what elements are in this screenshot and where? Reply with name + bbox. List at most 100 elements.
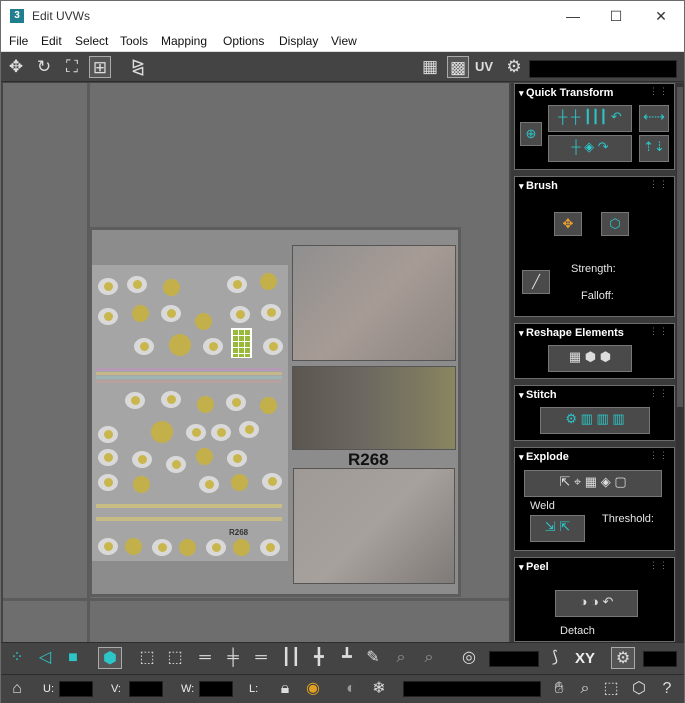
weld-icon[interactable]: ⇲ ⇱ <box>530 515 585 542</box>
menu-mapping[interactable]: Mapping <box>161 34 207 48</box>
menu-select[interactable]: Select <box>75 34 108 48</box>
pivot-icon[interactable]: ◎ <box>457 647 481 669</box>
pan-icon[interactable]: ✋︎ <box>547 678 571 700</box>
texture-map-icon[interactable]: ▩ <box>447 56 469 78</box>
drag-handle-icon[interactable]: ⋮⋮ <box>649 326 669 337</box>
align-icon[interactable]: ⊕ <box>520 122 542 146</box>
vertex-select-icon[interactable]: ⁘ <box>5 647 29 669</box>
paint-move-icon[interactable]: ✥ <box>554 212 582 236</box>
drag-handle-icon[interactable]: ⋮⋮ <box>649 560 669 571</box>
quick-transform-title[interactable]: Quick Transform <box>519 87 613 99</box>
l-label: L: <box>249 683 259 695</box>
angle-field[interactable] <box>489 651 539 667</box>
move-icon[interactable]: ✥ <box>5 56 27 78</box>
minimize-button[interactable]: — <box>550 1 596 31</box>
help-icon[interactable]: ? <box>655 678 679 700</box>
select-mode-icon[interactable]: ⬚ <box>163 647 187 669</box>
face-select-icon[interactable]: ■ <box>61 647 85 669</box>
flatten-tools-icon[interactable]: ⇱ ⌖ ▦ ◈ ▢ <box>524 470 662 497</box>
scroll-thumb[interactable] <box>677 87 683 407</box>
edge-select-icon[interactable]: ◁ <box>33 647 57 669</box>
peel-title[interactable]: Peel <box>519 561 549 573</box>
app-icon: 3 <box>10 9 24 23</box>
face-sticker <box>233 539 250 556</box>
w-field[interactable] <box>199 681 233 697</box>
relax-brush-icon[interactable]: ⬡ <box>601 212 629 236</box>
menu-tools[interactable]: Tools <box>120 34 148 48</box>
peel-tools-icon[interactable]: ◑ ◑ ↶ <box>555 590 638 617</box>
align-horizontal-icon[interactable]: ┼ ┼ ┃┃┃ ↶ <box>548 105 632 132</box>
panel-scrollbar[interactable] <box>676 83 684 642</box>
face-sticker <box>125 538 142 555</box>
eye-icon[interactable]: ◉ <box>301 678 325 700</box>
nail-photo-top <box>292 245 456 361</box>
brush-title[interactable]: Brush <box>519 180 558 192</box>
menu-edit[interactable]: Edit <box>41 34 62 48</box>
settings-icon[interactable]: ⚙ <box>503 56 525 78</box>
freeform-icon[interactable]: ⊞ <box>89 56 111 78</box>
checker-pattern-icon[interactable]: ▦ <box>419 56 441 78</box>
threshold-label: Threshold: <box>602 513 654 525</box>
explode-title[interactable]: Explode <box>519 451 569 463</box>
menu-view[interactable]: View <box>331 34 357 48</box>
scale-icon[interactable]: ⛶ <box>61 56 83 78</box>
shrink-selection-icon[interactable]: ╪ <box>221 647 245 669</box>
freeze-icon[interactable]: ❄ <box>367 678 391 700</box>
menu-display[interactable]: Display <box>279 34 318 48</box>
explode-rollout: Explode ⋮⋮ ⇱ ⌖ ▦ ◈ ▢ Weld ⇲ ⇱ Threshold: <box>514 447 675 551</box>
uv-toggle[interactable]: UV <box>475 59 493 74</box>
stitch-tools-icon[interactable]: ⚙ ▥ ▥ ▥ <box>540 407 650 434</box>
drag-handle-icon[interactable]: ⋮⋮ <box>649 179 669 190</box>
brush-grow-icon[interactable]: ⌕ <box>417 647 441 669</box>
brush-rollout: Brush ⋮⋮ ✥ ⬡ ╱ Strength: Falloff: <box>514 176 675 317</box>
grow-selection-icon[interactable]: ═ <box>193 647 217 669</box>
drag-handle-icon[interactable]: ⋮⋮ <box>649 388 669 399</box>
maximize-button[interactable]: ☐ <box>593 1 639 31</box>
lock-icon[interactable]: 🔒︎ <box>273 678 297 700</box>
menu-file[interactable]: File <box>9 34 28 48</box>
spacing-horizontal-icon[interactable]: ⇠⇢ <box>639 105 669 132</box>
egg-sticker <box>98 426 118 443</box>
weld-label: Weld <box>530 500 555 512</box>
rotate-icon[interactable]: ↻ <box>33 56 55 78</box>
zoom-region-icon[interactable]: ⬚ <box>599 678 623 700</box>
snap-icon[interactable]: ⚙ <box>611 647 635 669</box>
xy-toggle[interactable]: XY <box>575 650 595 667</box>
texture-dropdown[interactable] <box>529 60 677 78</box>
zoom-icon[interactable]: ⌕ <box>573 678 597 700</box>
zoom-extents-icon[interactable]: ⬡ <box>627 678 651 700</box>
stitch-title[interactable]: Stitch <box>519 389 557 401</box>
drag-handle-icon[interactable]: ⋮⋮ <box>649 450 669 461</box>
brush-size-icon[interactable]: ⌕ <box>389 647 413 669</box>
select-by-element-icon[interactable]: ⬚ <box>135 647 159 669</box>
drag-handle-icon[interactable]: ⋮⋮ <box>649 86 669 97</box>
egg-sticker <box>127 276 147 293</box>
soft-selection-icon[interactable]: ┻ <box>335 647 359 669</box>
u-field[interactable] <box>59 681 93 697</box>
reshape-elements-rollout: Reshape Elements ⋮⋮ ▦ ⬢ ⬢ <box>514 323 675 379</box>
egg-sticker <box>161 391 181 408</box>
straighten-icon[interactable]: ▦ ⬢ ⬢ <box>548 345 632 372</box>
loop-select-icon[interactable]: ═ <box>249 647 273 669</box>
ring-select-icon[interactable]: ┃┃ <box>279 647 303 669</box>
uv-selection-marker[interactable] <box>231 328 252 358</box>
coordinate-mode-icon[interactable]: ⌂ <box>5 678 29 700</box>
close-button[interactable]: ✕ <box>638 1 684 31</box>
curve-icon[interactable]: ⟆ <box>543 647 567 669</box>
menu-options[interactable]: Options <box>223 34 264 48</box>
egg-sticker <box>239 421 259 438</box>
selection-set-field[interactable] <box>403 681 541 697</box>
element-select-icon[interactable]: ⬢ <box>98 647 122 669</box>
reshape-elements-title[interactable]: Reshape Elements <box>519 327 624 339</box>
v-field[interactable] <box>129 681 163 697</box>
snap-value-field[interactable] <box>643 651 677 667</box>
mirror-icon[interactable]: ⧎ <box>127 56 149 78</box>
egg-sticker <box>261 304 281 321</box>
face-sticker <box>163 279 180 296</box>
paint-select-icon[interactable]: ✎ <box>361 647 385 669</box>
edge-loop-icon[interactable]: ╋ <box>307 647 331 669</box>
spacing-vertical-icon[interactable]: ⇡⇣ <box>639 135 669 162</box>
hide-icon[interactable]: ◐ <box>339 678 363 700</box>
align-vertical-icon[interactable]: ┼ ◈ ↷ <box>548 135 632 162</box>
falloff-curve-icon[interactable]: ╱ <box>522 270 550 294</box>
